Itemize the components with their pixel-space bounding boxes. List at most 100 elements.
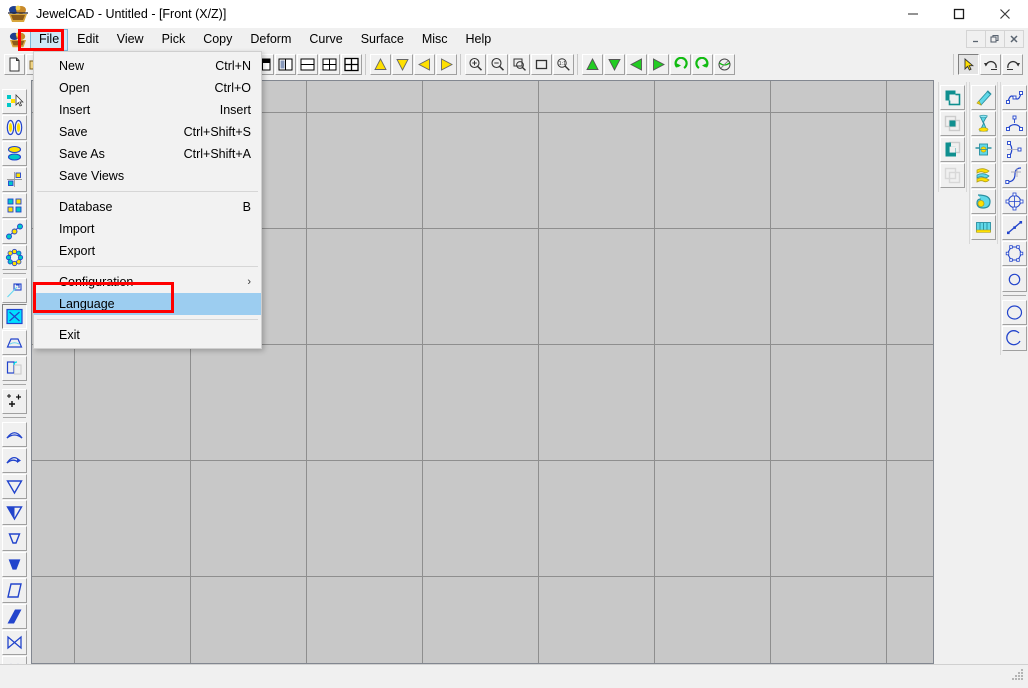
rotate-ccw-icon[interactable]	[670, 54, 691, 75]
view-right-icon[interactable]	[436, 54, 457, 75]
taper-half-icon[interactable]	[2, 500, 27, 525]
taper-icon[interactable]	[2, 330, 27, 355]
new-file-icon[interactable]	[4, 54, 25, 75]
rotate-up-icon[interactable]	[582, 54, 603, 75]
rotate-cw-icon[interactable]	[692, 54, 713, 75]
zoom-in-icon[interactable]	[465, 54, 486, 75]
menu-item-exit[interactable]: Exit	[34, 324, 261, 346]
scale-icon[interactable]	[2, 304, 27, 329]
menu-item-export[interactable]: Export	[34, 240, 261, 262]
pick-grid-icon[interactable]	[2, 193, 27, 218]
undo-icon[interactable]	[980, 54, 1001, 75]
pick-pair-icon[interactable]	[2, 115, 27, 140]
zoom-out-icon[interactable]	[487, 54, 508, 75]
menu-misc[interactable]: Misc	[413, 29, 457, 51]
zoom-fit-icon[interactable]	[531, 54, 552, 75]
menu-view[interactable]: View	[108, 29, 153, 51]
curve-arc-open-icon[interactable]	[1002, 326, 1027, 351]
minimize-button[interactable]	[890, 0, 936, 28]
curve-fillet-icon[interactable]	[1002, 163, 1027, 188]
viewport-quad-icon[interactable]	[319, 54, 340, 75]
bowtie-icon[interactable]	[2, 630, 27, 655]
boolean-subtract-icon[interactable]	[940, 137, 965, 162]
surface-ruled-icon[interactable]	[971, 215, 996, 240]
select-arrow-icon[interactable]	[958, 54, 979, 75]
menu-curve[interactable]: Curve	[300, 29, 351, 51]
set-origin-icon[interactable]	[2, 389, 27, 414]
curve-ellipse-ctrl-icon[interactable]	[1002, 189, 1027, 214]
mdi-restore-button[interactable]	[985, 30, 1005, 48]
rotate-left-icon[interactable]	[626, 54, 647, 75]
curve-line-icon[interactable]	[1002, 215, 1027, 240]
menu-item-save-views[interactable]: Save Views	[34, 165, 261, 187]
menu-item-language[interactable]: Language	[34, 293, 261, 315]
pick-object-icon[interactable]	[2, 89, 27, 114]
menu-item-configuration[interactable]: Configuration ›	[34, 271, 261, 293]
view-down-icon[interactable]	[392, 54, 413, 75]
cone-icon[interactable]	[2, 526, 27, 551]
pick-chain-icon[interactable]	[2, 219, 27, 244]
mdi-close-button[interactable]	[1004, 30, 1024, 48]
curve-polygon-icon[interactable]	[1002, 241, 1027, 266]
left-toolbar-separator	[3, 417, 26, 418]
move-icon[interactable]	[2, 278, 27, 303]
rotate-right-icon[interactable]	[648, 54, 669, 75]
view-up-icon[interactable]	[370, 54, 391, 75]
view-left-icon[interactable]	[414, 54, 435, 75]
menu-item-save[interactable]: Save Ctrl+Shift+S	[34, 121, 261, 143]
mirror-icon[interactable]	[2, 356, 27, 381]
surface-sweep-icon[interactable]	[971, 137, 996, 162]
pick-point-icon[interactable]	[2, 167, 27, 192]
curve-circle-small-icon[interactable]	[1002, 267, 1027, 292]
rotate-free-icon[interactable]	[714, 54, 735, 75]
pick-surface-icon[interactable]	[2, 141, 27, 166]
menu-item-label: Open	[59, 81, 215, 95]
left-toolbar	[0, 82, 29, 682]
menu-pick[interactable]: Pick	[153, 29, 195, 51]
menu-item-label: New	[59, 59, 215, 73]
boolean-split-icon[interactable]	[940, 163, 965, 188]
menu-item-open[interactable]: Open Ctrl+O	[34, 77, 261, 99]
menu-item-database[interactable]: Database B	[34, 196, 261, 218]
viewport-split-horizontal-icon[interactable]	[297, 54, 318, 75]
surface-revolve-icon[interactable]	[971, 111, 996, 136]
surface-spiral-icon[interactable]	[971, 189, 996, 214]
menu-help[interactable]: Help	[457, 29, 501, 51]
shear-icon[interactable]	[2, 578, 27, 603]
mdi-minimize-button[interactable]	[966, 30, 986, 48]
wedge-icon[interactable]	[2, 552, 27, 577]
menu-item-insert[interactable]: Insert Insert	[34, 99, 261, 121]
taper-down-icon[interactable]	[2, 474, 27, 499]
menu-file[interactable]: File	[30, 29, 68, 51]
resize-grip[interactable]	[1011, 667, 1025, 686]
viewport-split-vertical-icon[interactable]	[275, 54, 296, 75]
curve-spline-icon[interactable]	[1002, 85, 1027, 110]
close-button[interactable]	[982, 0, 1028, 28]
menu-item-new[interactable]: New Ctrl+N	[34, 55, 261, 77]
maximize-button[interactable]	[936, 0, 982, 28]
menu-edit[interactable]: Edit	[68, 29, 108, 51]
file-dropdown-menu[interactable]: New Ctrl+N Open Ctrl+O Insert Insert Sav…	[33, 51, 262, 349]
curve-arc-icon[interactable]	[1002, 137, 1027, 162]
rotate-down-icon[interactable]	[604, 54, 625, 75]
zoom-window-icon[interactable]	[509, 54, 530, 75]
shear-solid-icon[interactable]	[2, 604, 27, 629]
menu-item-import[interactable]: Import	[34, 218, 261, 240]
pick-ring-icon[interactable]	[2, 245, 27, 270]
surface-loft-icon[interactable]	[971, 163, 996, 188]
title-bar: JewelCAD - Untitled - [Front (X/Z)]	[0, 0, 1028, 28]
redo-icon[interactable]	[1002, 54, 1023, 75]
zoom-all-icon[interactable]: 1:1	[553, 54, 574, 75]
surface-extrude-icon[interactable]	[971, 85, 996, 110]
menu-item-save-as[interactable]: Save As Ctrl+Shift+A	[34, 143, 261, 165]
twist-icon[interactable]	[2, 448, 27, 473]
bend-icon[interactable]	[2, 422, 27, 447]
viewport-grid-icon[interactable]	[341, 54, 362, 75]
menu-copy[interactable]: Copy	[194, 29, 241, 51]
boolean-intersect-icon[interactable]	[940, 111, 965, 136]
menu-deform[interactable]: Deform	[241, 29, 300, 51]
boolean-union-icon[interactable]	[940, 85, 965, 110]
menu-surface[interactable]: Surface	[352, 29, 413, 51]
curve-circle-icon[interactable]	[1002, 300, 1027, 325]
curve-arc-3pt-icon[interactable]	[1002, 111, 1027, 136]
